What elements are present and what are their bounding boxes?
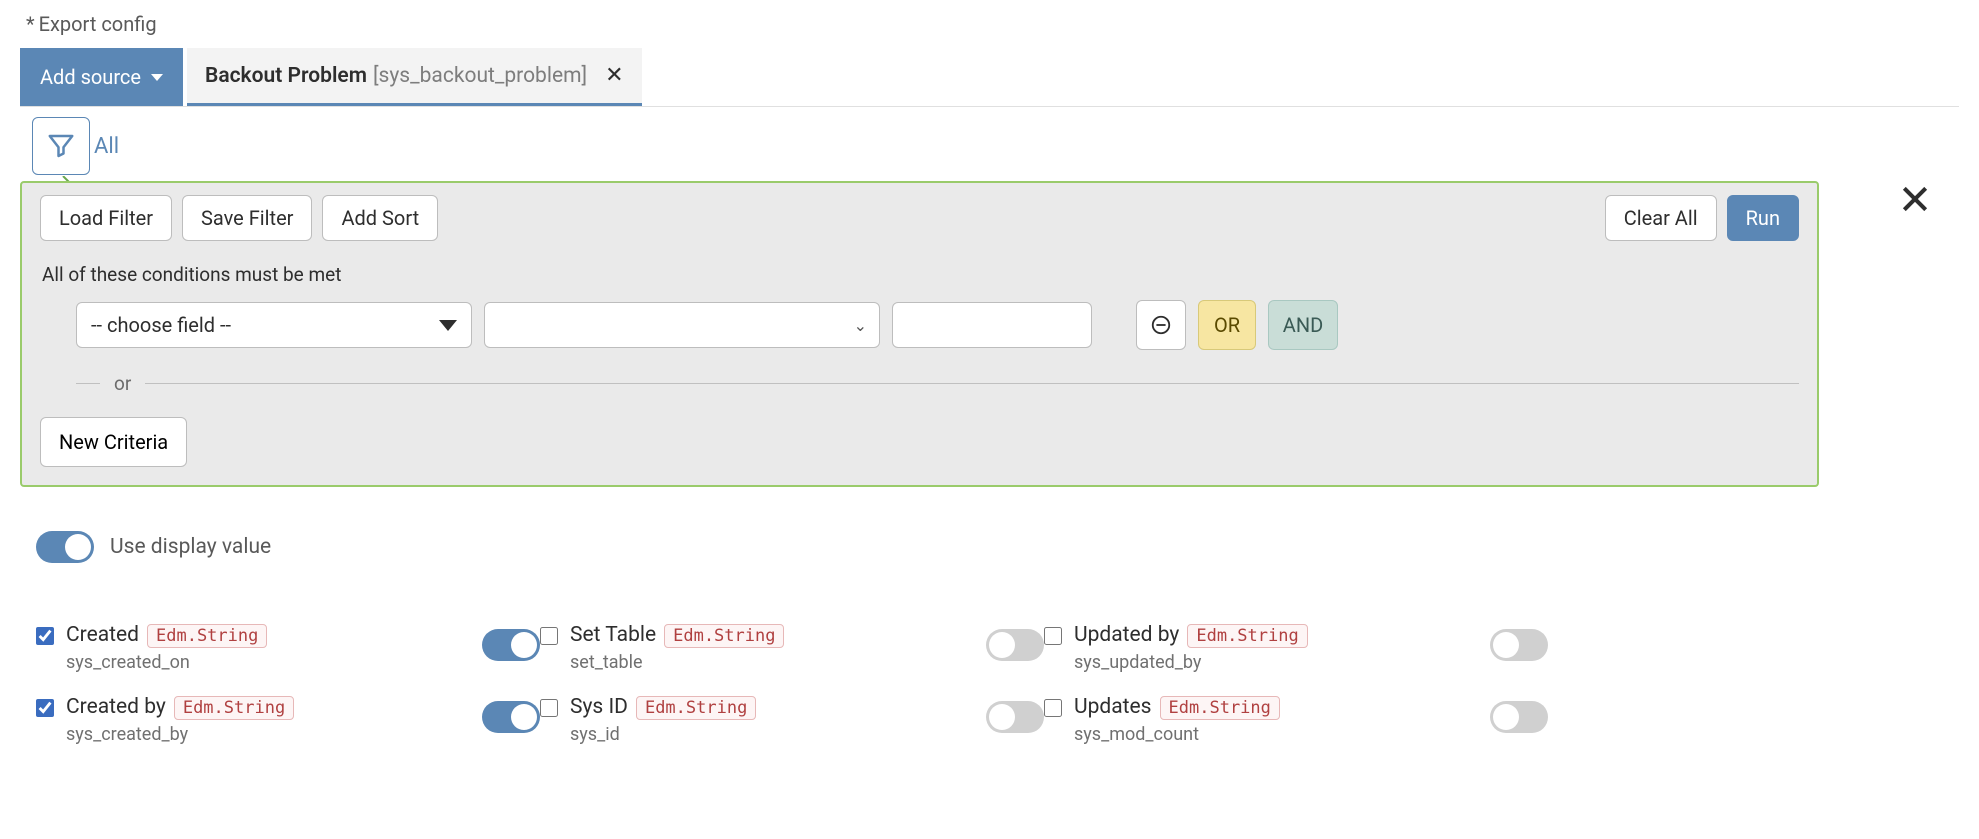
- add-source-button[interactable]: Add source: [20, 48, 183, 106]
- value-input[interactable]: [892, 302, 1092, 348]
- dropdown-icon: [439, 320, 457, 331]
- field-checkbox[interactable]: [540, 627, 558, 645]
- filter-all-label[interactable]: All: [94, 134, 119, 159]
- export-config-label: *Export config: [20, 0, 1959, 48]
- or-separator: or: [40, 350, 1799, 417]
- chevron-down-icon: ⌄: [854, 316, 867, 335]
- field-label: Sys ID: [570, 695, 628, 719]
- and-button[interactable]: AND: [1268, 300, 1338, 350]
- field-checkbox[interactable]: [36, 699, 54, 717]
- clear-all-button[interactable]: Clear All: [1605, 195, 1717, 241]
- close-builder-button[interactable]: [1899, 183, 1931, 219]
- field-label: Updates: [1074, 695, 1152, 719]
- choose-field-select[interactable]: -- choose field --: [76, 302, 472, 348]
- field-label: Created: [66, 623, 139, 647]
- filter-toggle-button[interactable]: [32, 117, 90, 175]
- run-button[interactable]: Run: [1727, 195, 1799, 241]
- field-sysname: sys_mod_count: [1074, 724, 1490, 745]
- field-toggle[interactable]: [986, 629, 1044, 661]
- tab-sysname: [sys_backout_problem]: [373, 64, 587, 88]
- tab-label: Backout Problem: [205, 64, 367, 88]
- tab-backout-problem[interactable]: Backout Problem [sys_backout_problem] ✕: [187, 48, 642, 106]
- caret-down-icon: [151, 74, 163, 81]
- field-checkbox[interactable]: [1044, 699, 1062, 717]
- field-toggle[interactable]: [986, 701, 1044, 733]
- use-display-value-label: Use display value: [110, 535, 271, 559]
- field-type-badge: Edm.String: [174, 696, 294, 720]
- field-item: Created Edm.String sys_created_on: [36, 623, 540, 673]
- field-label: Updated by: [1074, 623, 1179, 647]
- field-toggle[interactable]: [482, 701, 540, 733]
- minus-circle-icon: [1150, 314, 1172, 336]
- tabstrip: Add source Backout Problem [sys_backout_…: [20, 48, 1959, 107]
- close-icon: [1899, 183, 1931, 215]
- field-checkbox[interactable]: [540, 699, 558, 717]
- field-sysname: sys_updated_by: [1074, 652, 1490, 673]
- save-filter-button[interactable]: Save Filter: [182, 195, 312, 241]
- field-type-badge: Edm.String: [1187, 624, 1307, 648]
- condition-builder: Load Filter Save Filter Add Sort Clear A…: [20, 181, 1819, 487]
- field-item: Sys ID Edm.String sys_id: [540, 695, 1044, 745]
- or-button[interactable]: OR: [1198, 300, 1256, 350]
- choose-field-placeholder: -- choose field --: [91, 313, 231, 337]
- field-item: Updates Edm.String sys_mod_count: [1044, 695, 1548, 745]
- field-sysname: sys_created_on: [66, 652, 482, 673]
- field-sysname: sys_id: [570, 724, 986, 745]
- field-checkbox[interactable]: [1044, 627, 1062, 645]
- field-toggle[interactable]: [1490, 629, 1548, 661]
- field-type-badge: Edm.String: [1160, 696, 1280, 720]
- field-checkbox[interactable]: [36, 627, 54, 645]
- field-type-badge: Edm.String: [147, 624, 267, 648]
- load-filter-button[interactable]: Load Filter: [40, 195, 172, 241]
- fields-grid: Created Edm.String sys_created_on Created b…: [20, 563, 1959, 767]
- use-display-value-toggle[interactable]: [36, 531, 94, 563]
- field-sysname: set_table: [570, 652, 986, 673]
- funnel-icon: [46, 131, 76, 161]
- new-criteria-button[interactable]: New Criteria: [40, 417, 187, 467]
- field-item: Created by Edm.String sys_created_by: [36, 695, 540, 745]
- field-label: Created by: [66, 695, 166, 719]
- field-toggle[interactable]: [482, 629, 540, 661]
- add-sort-button[interactable]: Add Sort: [322, 195, 438, 241]
- field-type-badge: Edm.String: [636, 696, 756, 720]
- remove-condition-button[interactable]: [1136, 300, 1186, 350]
- field-type-badge: Edm.String: [664, 624, 784, 648]
- conditions-heading: All of these conditions must be met: [40, 241, 1799, 300]
- field-label: Set Table: [570, 623, 656, 647]
- field-sysname: sys_created_by: [66, 724, 482, 745]
- field-item: Set Table Edm.String set_table: [540, 623, 1044, 673]
- field-item: Updated by Edm.String sys_updated_by: [1044, 623, 1548, 673]
- operator-select[interactable]: ⌄: [484, 302, 880, 348]
- close-icon[interactable]: ✕: [605, 63, 623, 88]
- field-toggle[interactable]: [1490, 701, 1548, 733]
